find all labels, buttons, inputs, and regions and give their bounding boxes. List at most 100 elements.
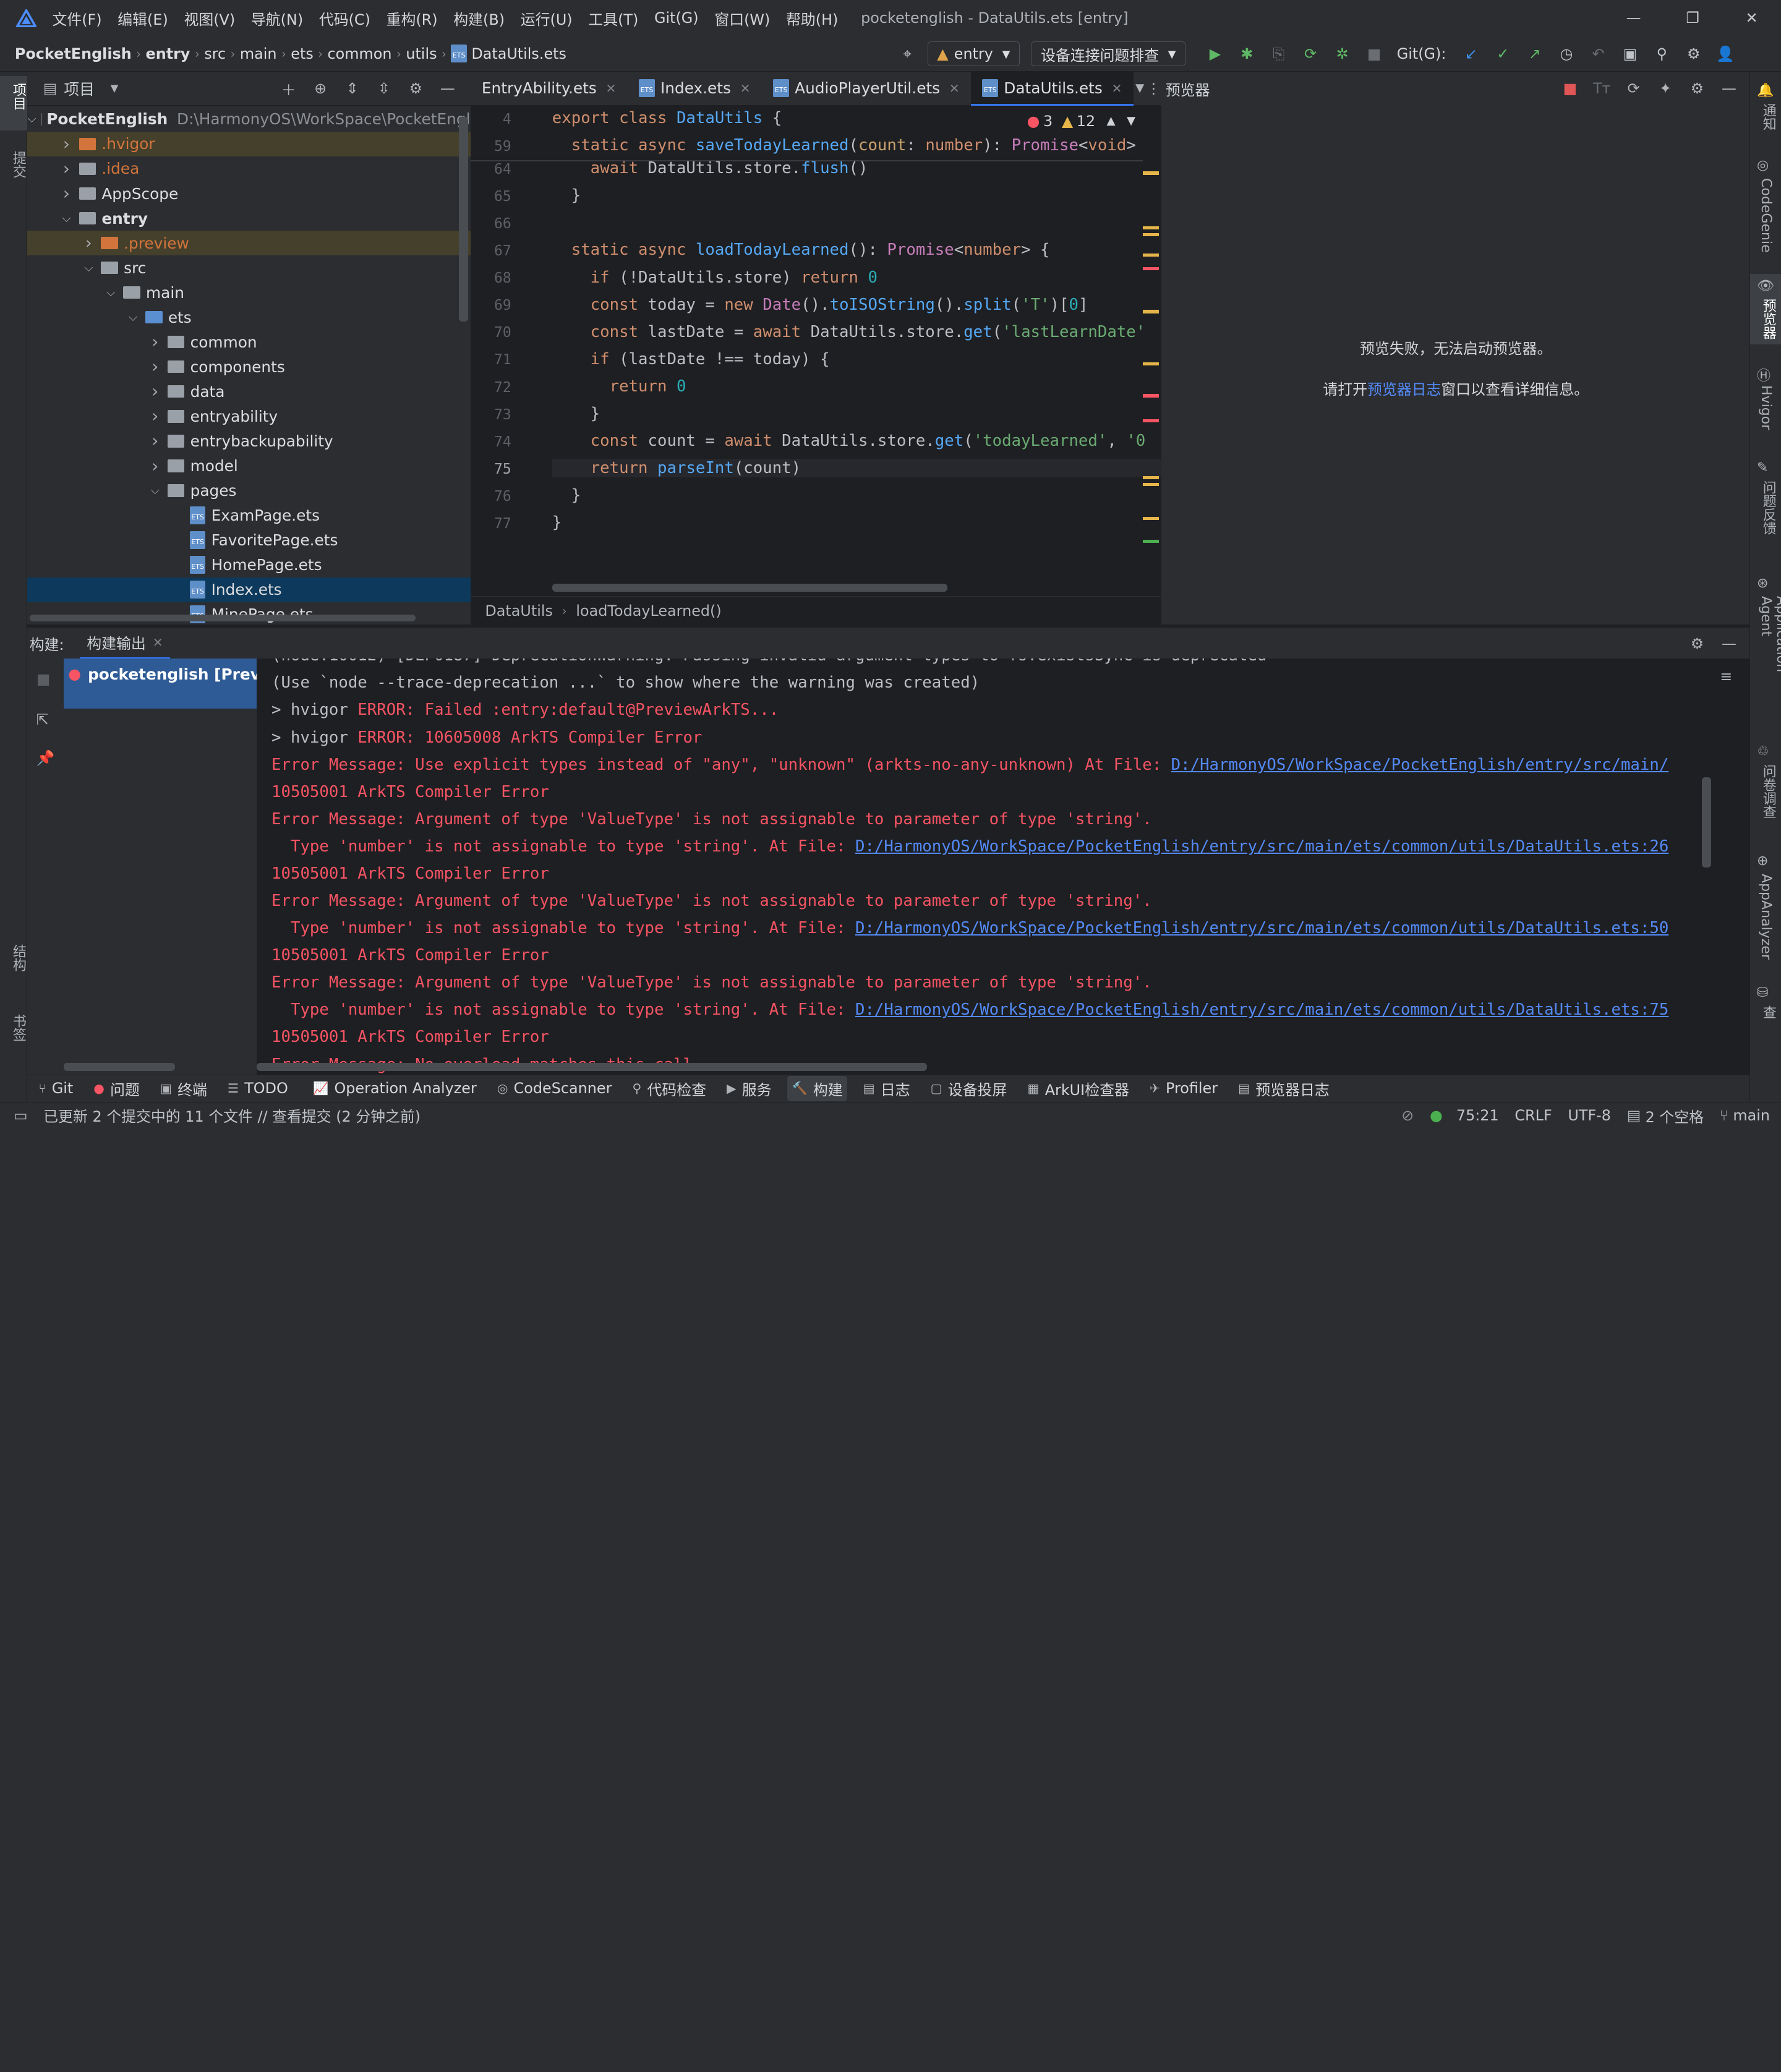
menu-item[interactable]: 编辑(E) xyxy=(117,7,168,29)
breadcrumb-item[interactable]: entry xyxy=(146,45,190,62)
chevron-right-icon[interactable]: › xyxy=(80,233,96,253)
locate-icon[interactable]: ⌖ xyxy=(903,45,911,62)
menu-item[interactable]: 代码(C) xyxy=(319,7,370,29)
locate-file-icon[interactable]: ⊕ xyxy=(304,80,336,97)
chevron-right-icon[interactable]: › xyxy=(59,134,75,154)
code-line[interactable]: const count = await DataUtils.store.get(… xyxy=(552,432,1146,450)
breadcrumb-item[interactable]: PocketEnglish xyxy=(15,45,132,62)
settings-icon[interactable]: ⚙ xyxy=(1681,80,1713,97)
collapse-all-icon[interactable]: ⇳ xyxy=(368,80,399,97)
stop-preview-icon[interactable]: ■ xyxy=(1554,80,1586,97)
editor-hscrollbar[interactable] xyxy=(552,584,947,592)
close-tab-icon[interactable]: ✕ xyxy=(153,635,163,650)
tree-item[interactable]: ⌵entry xyxy=(27,206,470,231)
chevron-down-icon[interactable]: ⌵ xyxy=(147,484,163,497)
error-stripe[interactable] xyxy=(1143,151,1159,596)
tree-item[interactable]: ⌵src xyxy=(27,255,470,280)
menu-item[interactable]: 构建(B) xyxy=(453,7,505,29)
menu-item[interactable]: 窗口(W) xyxy=(714,7,770,29)
chevron-right-icon[interactable]: › xyxy=(59,184,75,203)
tree-item[interactable]: ⌵ets xyxy=(27,305,470,330)
code-line[interactable]: if (!DataUtils.store) return 0 xyxy=(552,268,878,287)
tab-index[interactable]: ETSIndex.ets✕ xyxy=(628,71,762,105)
tab-entryability[interactable]: EntryAbility.ets✕ xyxy=(471,71,628,105)
chevron-right-icon[interactable]: › xyxy=(147,431,163,451)
soft-wrap-icon[interactable]: ≡ xyxy=(1720,668,1732,685)
tree-item[interactable]: ›common xyxy=(27,330,470,354)
stop-build-icon[interactable]: ■ xyxy=(36,670,51,688)
tool-window-button[interactable]: ◎CodeScanner xyxy=(492,1076,616,1101)
right-tool-button[interactable]: ⒽHvigor xyxy=(1750,360,1781,451)
code-line[interactable]: const lastDate = await DataUtils.store.g… xyxy=(552,323,1145,341)
tree-item[interactable]: ⌵pages xyxy=(27,478,470,503)
build-tree-hscrollbar[interactable] xyxy=(64,1063,175,1071)
right-tool-button[interactable]: 👁预览器 xyxy=(1750,274,1781,344)
project-structure-icon[interactable]: ▣ xyxy=(1614,45,1646,62)
code-line[interactable]: } xyxy=(552,486,581,505)
hide-panel-icon[interactable]: — xyxy=(1713,635,1745,652)
tree-item[interactable]: ⌵main xyxy=(27,280,470,305)
code-line[interactable]: return 0 xyxy=(552,377,686,396)
tool-window-button[interactable]: 🔨构建 xyxy=(787,1076,847,1101)
account-icon[interactable]: 👤 xyxy=(1709,45,1741,62)
project-tree-scrollbar[interactable] xyxy=(459,117,468,322)
tabs-overflow-icon[interactable]: ▼ xyxy=(1134,82,1147,95)
stop-icon[interactable]: ■ xyxy=(1358,45,1390,62)
project-tree-hscrollbar[interactable] xyxy=(30,615,416,621)
bookmarks-tool-button[interactable]: 书签 xyxy=(0,1007,27,1062)
code-line[interactable]: if (lastDate !== today) { xyxy=(552,350,830,369)
menu-item[interactable]: 文件(F) xyxy=(52,7,101,29)
build-task-item[interactable]: ● pocketenglish [Previe xyxy=(64,659,257,709)
file-link[interactable]: D:/HarmonyOS/WorkSpace/PocketEnglish/ent… xyxy=(855,1000,1668,1019)
history-icon[interactable]: ◷ xyxy=(1550,45,1582,62)
right-tool-button[interactable]: ⊛Application Agent xyxy=(1750,571,1781,662)
chevron-down-icon[interactable]: ⌵ xyxy=(59,212,75,225)
code-line[interactable]: } xyxy=(552,404,600,423)
chevron-down-icon[interactable]: ⌵ xyxy=(103,286,119,299)
tab-datautils[interactable]: ETSDataUtils.ets✕ xyxy=(971,71,1134,105)
settings-icon[interactable]: ⚙ xyxy=(400,80,432,97)
next-problem-icon[interactable]: ▼ xyxy=(1127,114,1135,127)
code-line[interactable]: await DataUtils.store.flush() xyxy=(552,159,868,177)
rollback-icon[interactable]: ↶ xyxy=(1582,45,1614,62)
tree-item[interactable]: ›components xyxy=(27,354,470,379)
menu-item[interactable]: 重构(R) xyxy=(387,7,438,29)
tab-build-output[interactable]: 构建输出 ✕ xyxy=(80,628,169,659)
breadcrumb-item[interactable]: ets xyxy=(291,45,314,62)
tree-item[interactable]: ETSHomePage.ets xyxy=(27,553,470,578)
project-tool-button[interactable]: 项目 xyxy=(0,76,27,130)
git-commit-icon[interactable]: ✓ xyxy=(1487,45,1519,62)
close-tab-icon[interactable]: ✕ xyxy=(740,81,751,96)
close-icon[interactable]: ✕ xyxy=(1722,0,1781,36)
git-branch[interactable]: main xyxy=(1733,1107,1770,1124)
menu-item[interactable]: 工具(T) xyxy=(588,7,638,29)
console-vscrollbar[interactable] xyxy=(1702,777,1711,868)
pin-icon[interactable]: 📌 xyxy=(36,749,55,767)
right-tool-button[interactable]: ♲问卷调查 xyxy=(1750,740,1781,830)
restore-icon[interactable]: ❐ xyxy=(1663,0,1722,36)
tool-window-button[interactable]: ●问题 xyxy=(89,1076,144,1101)
tree-item[interactable]: ›entrybackupability xyxy=(27,428,470,453)
tool-window-button[interactable]: ▤预览器日志 xyxy=(1234,1076,1334,1101)
tree-item[interactable]: ETSIndex.ets xyxy=(27,578,470,602)
tree-item[interactable]: ›.hvigor xyxy=(27,132,470,156)
right-tool-button[interactable]: ⛁数据库检查 xyxy=(1750,980,1781,1071)
open-external-icon[interactable]: ⇱ xyxy=(36,711,49,728)
build-console[interactable]: (node:10012) [DEP0187] DeprecationWarnin… xyxy=(257,659,1715,1074)
tree-item[interactable]: ›.preview xyxy=(27,231,470,255)
settings-icon[interactable]: ⚙ xyxy=(1678,45,1709,62)
git-push-icon[interactable]: ↗ xyxy=(1519,45,1550,62)
project-panel-title[interactable]: 项目 xyxy=(64,77,95,100)
file-link[interactable]: D:/HarmonyOS/WorkSpace/PocketEnglish/ent… xyxy=(855,837,1668,856)
structure-tool-button[interactable]: 结构 xyxy=(0,937,27,992)
power-save-icon[interactable]: ⊘ xyxy=(1401,1107,1414,1124)
menu-item[interactable]: 帮助(H) xyxy=(786,7,838,29)
chevron-right-icon[interactable]: › xyxy=(147,456,163,476)
tool-window-button[interactable]: ☰TODO xyxy=(223,1076,293,1101)
chevron-down-icon[interactable]: ⌵ xyxy=(27,113,36,126)
chevron-right-icon[interactable]: › xyxy=(147,332,163,352)
menu-item[interactable]: Git(G) xyxy=(654,9,699,27)
settings-icon[interactable]: ⚙ xyxy=(1681,635,1713,652)
tool-window-button[interactable]: ✈Profiler xyxy=(1145,1076,1223,1101)
attach-debugger-icon[interactable]: ⎘ xyxy=(1263,45,1294,62)
